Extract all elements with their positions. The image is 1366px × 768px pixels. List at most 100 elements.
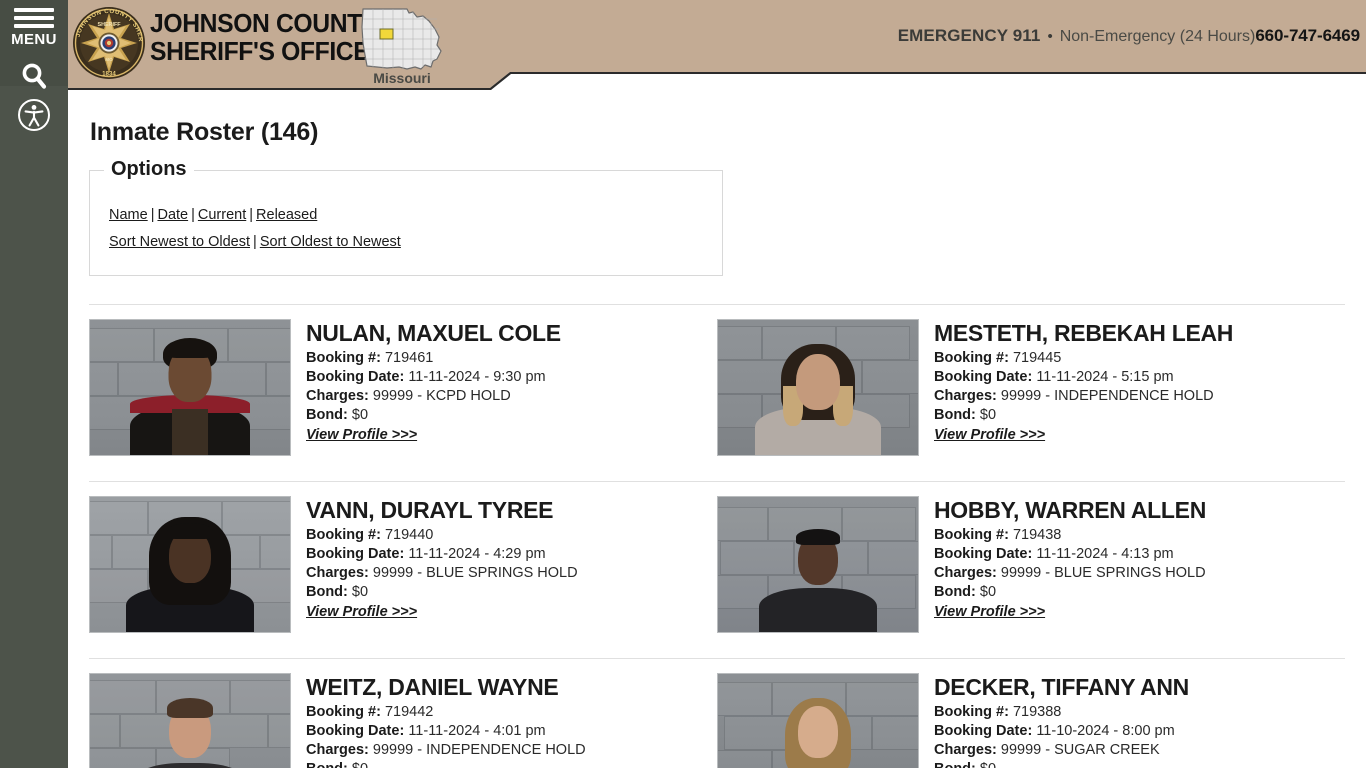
bond-label: Bond: <box>306 761 348 768</box>
charges-value: 99999 - KCPD HOLD <box>372 388 511 404</box>
charges-label: Charges: <box>934 388 997 404</box>
options-pipe: | <box>150 207 155 223</box>
booking-date-label: Booking Date: <box>934 369 1033 385</box>
search-icon[interactable] <box>18 60 50 92</box>
inmate-name: HOBBY, WARREN ALLEN <box>934 497 1207 523</box>
svg-text:MO: MO <box>105 57 113 62</box>
inmate-card: HOBBY, WARREN ALLEN Booking #: 719438 Bo… <box>717 482 1345 658</box>
charges-value: 99999 - BLUE SPRINGS HOLD <box>1000 565 1206 581</box>
charges-label: Charges: <box>306 742 369 758</box>
booking-date-label: Booking Date: <box>934 546 1033 562</box>
charges-label: Charges: <box>306 388 369 404</box>
inmate-booking-number: Booking #: 719388 <box>934 703 1189 722</box>
charges-value: 99999 - INDEPENDENCE HOLD <box>372 742 586 758</box>
inmate-booking-date: Booking Date: 11-11-2024 - 5:15 pm <box>934 368 1233 387</box>
inmate-details: WEITZ, DANIEL WAYNE Booking #: 719442 Bo… <box>291 673 586 768</box>
inmate-bond: Bond: $0 <box>306 406 561 425</box>
booking-date-label: Booking Date: <box>306 369 405 385</box>
non-emergency-phone[interactable]: 660-747-6469 <box>1255 26 1360 45</box>
booking-date-value: 11-11-2024 - 5:15 pm <box>1036 369 1174 385</box>
inmate-name: NULAN, MAXUEL COLE <box>306 320 561 346</box>
options-panel: Options Name | Date | Current | Released Sort … <box>89 158 723 276</box>
booking-number-label: Booking #: <box>934 350 1009 366</box>
option-link-name[interactable]: Name <box>109 207 148 223</box>
inmate-details: MESTETH, REBEKAH LEAH Booking #: 719445 … <box>919 319 1233 444</box>
charges-value: 99999 - INDEPENDENCE HOLD <box>1000 388 1214 404</box>
inmate-charges: Charges: 99999 - INDEPENDENCE HOLD <box>306 741 586 760</box>
booking-number-value: 719438 <box>1012 527 1062 543</box>
inmate-charges: Charges: 99999 - SUGAR CREEK <box>934 741 1189 760</box>
inmate-name: VANN, DURAYL TYREE <box>306 497 554 523</box>
booking-number-label: Booking #: <box>306 527 381 543</box>
accessibility-icon[interactable] <box>17 98 51 132</box>
inmate-details: VANN, DURAYL TYREE Booking #: 719440 Boo… <box>291 496 578 621</box>
svg-text:1834: 1834 <box>102 71 116 78</box>
booking-date-value: 11-11-2024 - 4:13 pm <box>1036 546 1174 562</box>
inmate-name: DECKER, TIFFANY ANN <box>934 674 1189 700</box>
bond-label: Bond: <box>934 761 976 768</box>
bond-label: Bond: <box>306 407 348 423</box>
charges-value: 99999 - BLUE SPRINGS HOLD <box>372 565 578 581</box>
left-sidebar: MENU <box>0 0 68 768</box>
header-contact-info: EMERGENCY 911 • Non-Emergency (24 Hours)66… <box>898 26 1360 46</box>
accessibility-button[interactable] <box>0 98 68 137</box>
booking-date-label: Booking Date: <box>934 723 1033 739</box>
option-link-sort-newest-to-oldest[interactable]: Sort Newest to Oldest <box>109 234 250 250</box>
inmate-name: MESTETH, REBEKAH LEAH <box>934 320 1234 346</box>
emergency-label: EMERGENCY 911 <box>897 26 1041 45</box>
booking-number-value: 719388 <box>1012 704 1062 720</box>
inmate-mugshot <box>89 319 291 456</box>
map-label: Missouri <box>373 70 431 86</box>
booking-number-value: 719445 <box>1012 350 1062 366</box>
booking-date-value: 11-11-2024 - 4:01 pm <box>408 723 546 739</box>
inmate-card: VANN, DURAYL TYREE Booking #: 719440 Boo… <box>89 482 717 658</box>
inmate-bond: Bond: $0 <box>306 583 578 602</box>
svg-text:SHERIFF: SHERIFF <box>97 22 121 28</box>
inmate-card: NULAN, MAXUEL COLE Booking #: 719461 Boo… <box>89 305 717 481</box>
view-profile-link[interactable]: View Profile >>> <box>306 604 417 620</box>
inmate-mugshot <box>89 673 291 768</box>
options-row-filters: Name | Date | Current | Released <box>109 207 317 223</box>
inmate-roster-list: NULAN, MAXUEL COLE Booking #: 719461 Boo… <box>89 304 1345 768</box>
option-link-current[interactable]: Current <box>198 207 246 223</box>
view-profile-link[interactable]: View Profile >>> <box>306 427 417 443</box>
booking-number-label: Booking #: <box>306 350 381 366</box>
charges-label: Charges: <box>934 565 997 581</box>
inmate-name: WEITZ, DANIEL WAYNE <box>306 674 559 700</box>
booking-date-value: 11-10-2024 - 8:00 pm <box>1036 723 1175 739</box>
inmate-booking-date: Booking Date: 11-11-2024 - 9:30 pm <box>306 368 561 387</box>
roster-row: VANN, DURAYL TYREE Booking #: 719440 Boo… <box>89 481 1345 658</box>
bond-label: Bond: <box>306 584 348 600</box>
inmate-mugshot <box>717 496 919 633</box>
charges-label: Charges: <box>934 742 997 758</box>
search-button[interactable] <box>0 60 68 97</box>
contact-separator: • <box>1047 28 1053 45</box>
hamburger-menu-icon[interactable] <box>14 8 54 28</box>
menu-button[interactable]: MENU <box>0 8 68 48</box>
view-profile-link[interactable]: View Profile >>> <box>934 604 1045 620</box>
booking-number-label: Booking #: <box>934 527 1009 543</box>
inmate-booking-date: Booking Date: 11-11-2024 - 4:13 pm <box>934 545 1206 564</box>
booking-number-label: Booking #: <box>934 704 1009 720</box>
booking-date-label: Booking Date: <box>306 546 405 562</box>
inmate-booking-number: Booking #: 719442 <box>306 703 586 722</box>
inmate-bond: Bond: $0 <box>934 406 1233 425</box>
option-link-date[interactable]: Date <box>157 207 188 223</box>
option-link-released[interactable]: Released <box>256 207 317 223</box>
option-link-sort-oldest-to-newest[interactable]: Sort Oldest to Newest <box>260 234 401 250</box>
booking-number-value: 719461 <box>384 350 434 366</box>
bond-value: $0 <box>351 584 369 600</box>
inmate-details: NULAN, MAXUEL COLE Booking #: 719461 Boo… <box>291 319 561 444</box>
options-row-sorts: Sort Newest to Oldest | Sort Oldest to New… <box>109 234 401 250</box>
sheriff-badge-icon: SHERIFF MO 1834 JOHNSON COUNTY SHERIFF'S… <box>71 4 145 79</box>
inmate-charges: Charges: 99999 - BLUE SPRINGS HOLD <box>934 564 1206 583</box>
inmate-card: DECKER, TIFFANY ANN Booking #: 719388 Bo… <box>717 659 1345 768</box>
view-profile-link[interactable]: View Profile >>> <box>934 427 1045 443</box>
inmate-bond: Bond: $0 <box>934 583 1206 602</box>
inmate-card: MESTETH, REBEKAH LEAH Booking #: 719445 … <box>717 305 1345 481</box>
site-header: SHERIFF MO 1834 JOHNSON COUNTY SHERIFF'S… <box>68 0 1366 90</box>
inmate-mugshot <box>717 673 919 768</box>
charges-label: Charges: <box>306 565 369 581</box>
page-title: Inmate Roster (146) <box>90 118 319 146</box>
site-title-line1: JOHNSON COUNTY <box>150 8 378 38</box>
